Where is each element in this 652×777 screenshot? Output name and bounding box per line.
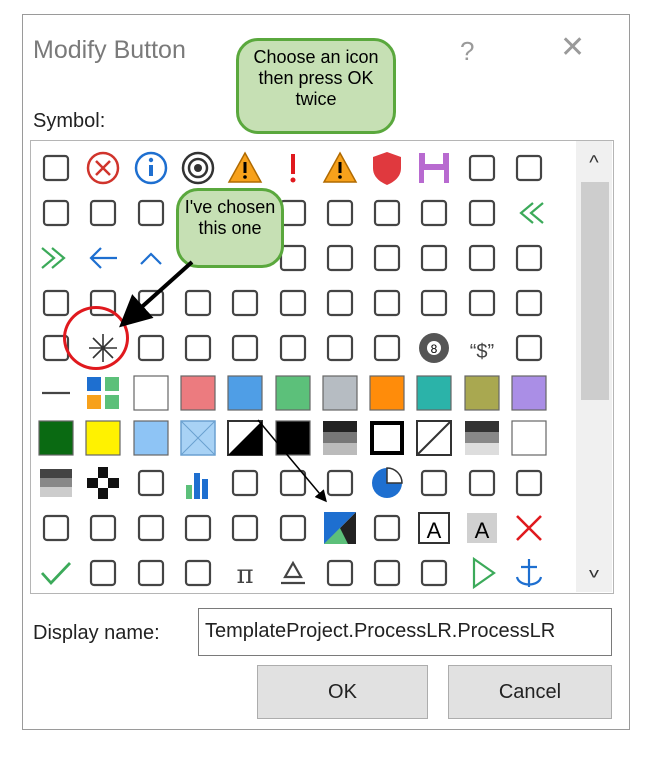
callout-arrow <box>119 260 194 328</box>
annotation-overlay <box>119 260 327 503</box>
pointer-line <box>257 419 327 503</box>
